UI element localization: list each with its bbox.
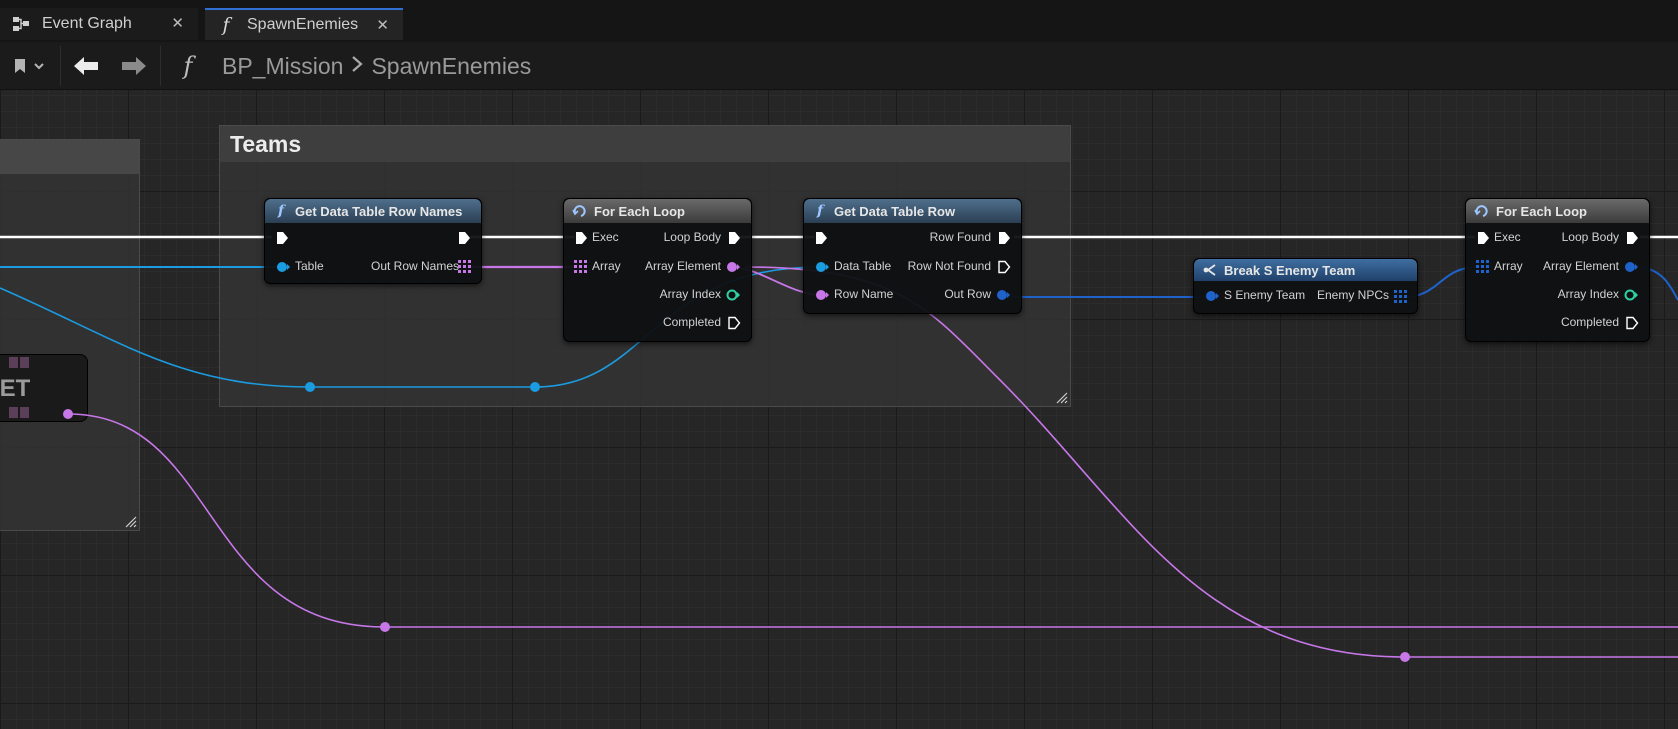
node-title: Get Data Table Row Names [295, 203, 463, 219]
pin-label-array-element: Array Element [644, 259, 721, 273]
close-icon[interactable]: ✕ [376, 16, 389, 34]
breadcrumb-function[interactable]: SpawnEnemies [371, 53, 531, 80]
struct-pin-icon[interactable] [995, 288, 1011, 302]
node-get-data-table-row[interactable]: f Get Data Table Row Data Table Row Name… [803, 198, 1022, 314]
name-pin-icon[interactable] [725, 260, 741, 274]
int-pin-icon[interactable] [1623, 288, 1639, 302]
pin-label-data-table: Data Table [834, 259, 892, 273]
graph-toolbar: f BP_Mission SpawnEnemies [0, 42, 1678, 90]
function-icon: f [183, 52, 193, 80]
toolbar-divider [60, 46, 61, 86]
get-node[interactable]: GET [0, 354, 88, 422]
back-button[interactable] [70, 50, 102, 82]
pin-label-row-found: Row Found [929, 230, 991, 244]
pin-label-array: Array [1494, 259, 1523, 273]
exec-out-pin-icon[interactable] [1625, 231, 1639, 245]
break-struct-icon [1202, 263, 1218, 277]
tab-bar: Event Graph ✕ f SpawnEnemies ✕ [0, 0, 1678, 42]
pin-label-completed: Completed [1560, 315, 1619, 329]
close-icon[interactable]: ✕ [171, 14, 184, 32]
tab-event-graph[interactable]: Event Graph ✕ [0, 8, 198, 40]
struct-pin-icon[interactable] [1204, 289, 1220, 303]
exec-in-pin-icon[interactable] [1476, 231, 1490, 245]
function-icon: f [277, 203, 285, 219]
pin-label-array: Array [592, 259, 621, 273]
pin-label-loop-body: Loop Body [1561, 230, 1619, 244]
array-pin-icon[interactable] [1476, 260, 1489, 273]
pin-label-row-not-found: Row Not Found [907, 259, 991, 273]
node-get-data-table-row-names[interactable]: f Get Data Table Row Names Table Out Row… [264, 198, 482, 284]
resize-grip-icon[interactable] [125, 516, 137, 528]
tab-spawn-enemies[interactable]: f SpawnEnemies ✕ [205, 8, 403, 40]
arrow-right-icon [122, 57, 146, 75]
exec-in-pin-icon[interactable] [814, 231, 828, 245]
node-for-each-loop-2[interactable]: For Each Loop Exec Array Loop Body Array… [1465, 198, 1650, 342]
comment-title[interactable]: Teams [220, 126, 1070, 162]
pin-label-array-index: Array Index [1557, 287, 1619, 301]
pin-label-table: Table [295, 259, 324, 273]
node-break-s-enemy-team[interactable]: Break S Enemy Team S Enemy Team Enemy NP… [1193, 258, 1418, 314]
blueprint-graph-canvas[interactable]: Teams GET [0, 90, 1678, 729]
loop-icon [572, 204, 588, 218]
resize-grip-icon[interactable] [1056, 392, 1068, 404]
breadcrumb: BP_Mission SpawnEnemies [222, 50, 531, 82]
bookmark-dropdown-button[interactable] [8, 50, 50, 82]
node-title: Break S Enemy Team [1224, 262, 1356, 278]
pin-label-array-element: Array Element [1542, 259, 1619, 273]
tab-label: SpawnEnemies [247, 16, 359, 33]
object-pin-icon[interactable] [814, 260, 830, 274]
exec-out-pin-icon[interactable] [727, 316, 741, 330]
exec-out-pin-icon[interactable] [1625, 316, 1639, 330]
node-title: For Each Loop [1496, 203, 1587, 219]
int-pin-icon[interactable] [725, 288, 741, 302]
node-title: Get Data Table Row [834, 203, 956, 219]
struct-pin-icon[interactable] [1623, 260, 1639, 274]
exec-in-pin-icon[interactable] [574, 231, 588, 245]
forward-button[interactable] [118, 50, 150, 82]
node-header: f Get Data Table Row Names [265, 199, 481, 223]
breadcrumb-blueprint[interactable]: BP_Mission [222, 53, 343, 80]
bookmark-icon [15, 59, 44, 73]
comment-box-partial[interactable] [0, 139, 140, 531]
array-pin-icon[interactable] [574, 260, 587, 273]
pin-label-row-name: Row Name [834, 287, 894, 301]
event-graph-icon [10, 16, 32, 32]
pin-label-completed: Completed [662, 315, 721, 329]
node-for-each-loop-1[interactable]: For Each Loop Exec Array Loop Body Array… [563, 198, 752, 342]
pin-label-out-row-names: Out Row Names [371, 259, 460, 273]
array-pin-icon[interactable] [458, 260, 471, 273]
loop-icon [1474, 204, 1490, 218]
exec-out-pin-icon[interactable] [457, 231, 471, 245]
comment-title-partial [0, 140, 139, 174]
function-icon: f [222, 14, 230, 36]
function-icon: f [816, 203, 824, 219]
pin-label-exec: Exec [592, 230, 619, 244]
array-pin-icon[interactable] [1394, 290, 1407, 303]
pin-label-out-row: Out Row [944, 287, 991, 301]
pin-label-array-index: Array Index [659, 287, 721, 301]
object-pin-icon[interactable] [275, 260, 291, 274]
pin-label-exec: Exec [1494, 230, 1521, 244]
get-node-label: GET [0, 375, 31, 402]
tab-label: Event Graph [42, 15, 132, 32]
exec-out-pin-icon[interactable] [997, 260, 1011, 274]
pin-label-s-enemy-team: S Enemy Team [1224, 288, 1306, 302]
node-title: For Each Loop [594, 203, 685, 219]
arrow-left-icon [74, 57, 98, 75]
chevron-right-icon [351, 53, 364, 79]
exec-out-pin-icon[interactable] [997, 231, 1011, 245]
node-header: For Each Loop [564, 199, 751, 223]
pin-label-loop-body: Loop Body [663, 230, 721, 244]
node-header: f Get Data Table Row [804, 199, 1021, 223]
pin-label-enemy-npcs: Enemy NPCs [1316, 288, 1389, 302]
node-header: Break S Enemy Team [1194, 259, 1417, 281]
exec-in-pin-icon[interactable] [275, 231, 289, 245]
node-header: For Each Loop [1466, 199, 1649, 223]
toolbar-divider [160, 46, 161, 86]
name-pin-icon[interactable] [814, 288, 830, 302]
exec-out-pin-icon[interactable] [727, 231, 741, 245]
